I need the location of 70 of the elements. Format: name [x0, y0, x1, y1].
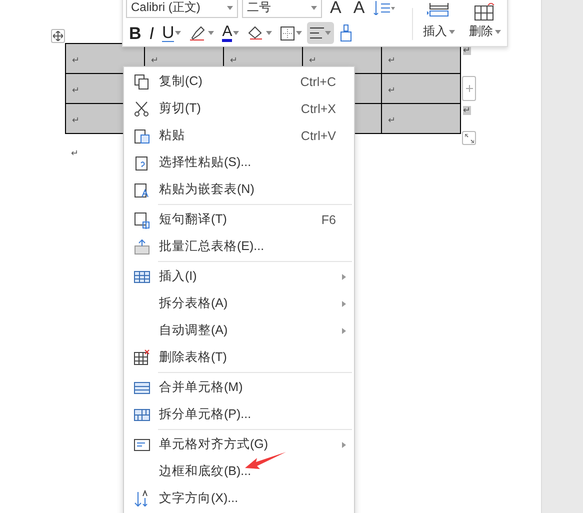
paragraph-mark: ↵: [72, 56, 80, 65]
menu-item[interactable]: 自动调整(A): [124, 317, 354, 344]
plus-icon: [466, 85, 472, 92]
shrink-font-button[interactable]: A: [349, 0, 369, 18]
caret-icon: [449, 30, 455, 34]
menu-item[interactable]: 选择性粘贴(S)...: [124, 149, 354, 176]
border-icon[interactable]: [280, 26, 296, 40]
underline-button[interactable]: U: [159, 22, 184, 44]
move-handle[interactable]: [51, 29, 65, 43]
paragraph-mark: ↵: [72, 116, 80, 125]
bold-button[interactable]: B: [126, 22, 144, 44]
menu-item[interactable]: 拆分单元格(P)...: [124, 401, 354, 428]
submenu-arrow-icon: [342, 300, 346, 306]
menu-item[interactable]: 复制(C) Ctrl+C: [124, 68, 354, 95]
menu-item[interactable]: 单元格对齐方式(G): [124, 431, 354, 458]
menu-item[interactable]: 粘贴为嵌套表(N): [124, 176, 354, 203]
resize-icon: [464, 134, 474, 142]
menu-item[interactable]: 文字方向(X)...: [124, 485, 354, 512]
caret-icon: [495, 30, 501, 34]
font-color-button[interactable]: A: [219, 22, 242, 44]
font-size-field[interactable]: 二号: [242, 0, 322, 18]
menu-item[interactable]: 短句翻译(T) F6: [124, 206, 354, 233]
copy-icon: [133, 72, 151, 90]
caret-icon: [325, 31, 332, 35]
italic-button[interactable]: I: [146, 22, 158, 44]
paragraph-mark: ↵: [72, 86, 80, 95]
menu-item[interactable]: 粘贴 Ctrl+V: [124, 122, 354, 149]
menu-item[interactable]: 批量汇总表格(E)...: [124, 233, 354, 260]
delete-table-icon: [473, 3, 497, 21]
paragraph-mark: ↵: [388, 116, 396, 125]
grow-font-button[interactable]: A: [326, 0, 346, 18]
caret-icon: [175, 31, 182, 35]
caret-icon: [233, 31, 240, 35]
paragraph-mark: ↵: [71, 148, 79, 159]
row-end-mark: ↵: [463, 106, 471, 115]
insert-button[interactable]: 插入: [423, 3, 455, 40]
clipboard-letter-icon: [133, 180, 151, 198]
table-summary-icon: [133, 238, 151, 256]
translate-icon: [133, 210, 151, 228]
caret-icon: [266, 31, 272, 35]
resize-handle[interactable]: [462, 131, 476, 145]
menu-item[interactable]: 删除表格(T): [124, 344, 354, 371]
menu-item[interactable]: 插入(I): [124, 263, 354, 290]
font-name-field[interactable]: Calibri (正文): [126, 0, 238, 18]
move-icon: [53, 31, 63, 41]
clipboard-icon: [133, 126, 151, 144]
paragraph-mark: ↵: [388, 56, 396, 65]
submenu-arrow-icon: [342, 442, 346, 448]
paragraph-mark: ↵: [230, 56, 238, 65]
line-spacing-icon[interactable]: [372, 0, 395, 14]
paragraph-mark: ↵: [309, 56, 317, 65]
highlighter-icon[interactable]: [189, 25, 208, 41]
menu-item[interactable]: 边框和底纹(B)...: [124, 458, 354, 485]
submenu-arrow-icon: [342, 328, 346, 334]
table-delete-icon: [133, 348, 151, 366]
menu-item[interactable]: 剪切(T) Ctrl+X: [124, 95, 354, 122]
format-painter-icon[interactable]: [339, 24, 354, 42]
paragraph-mark: ↵: [151, 56, 159, 65]
menu-item[interactable]: 拆分表格(A): [124, 290, 354, 317]
caret-icon: [296, 31, 302, 35]
scissors-icon: [133, 100, 151, 118]
paragraph-mark: ↵: [388, 86, 396, 95]
submenu-arrow-icon: [342, 274, 346, 280]
align-icon: [310, 27, 324, 39]
menu-item[interactable]: 合并单元格(M): [124, 374, 354, 401]
align-button[interactable]: [307, 22, 334, 44]
caret-icon: [227, 6, 233, 10]
delete-button[interactable]: 删除: [469, 3, 501, 40]
caret-icon: [311, 6, 317, 10]
caret-icon: [208, 31, 214, 35]
